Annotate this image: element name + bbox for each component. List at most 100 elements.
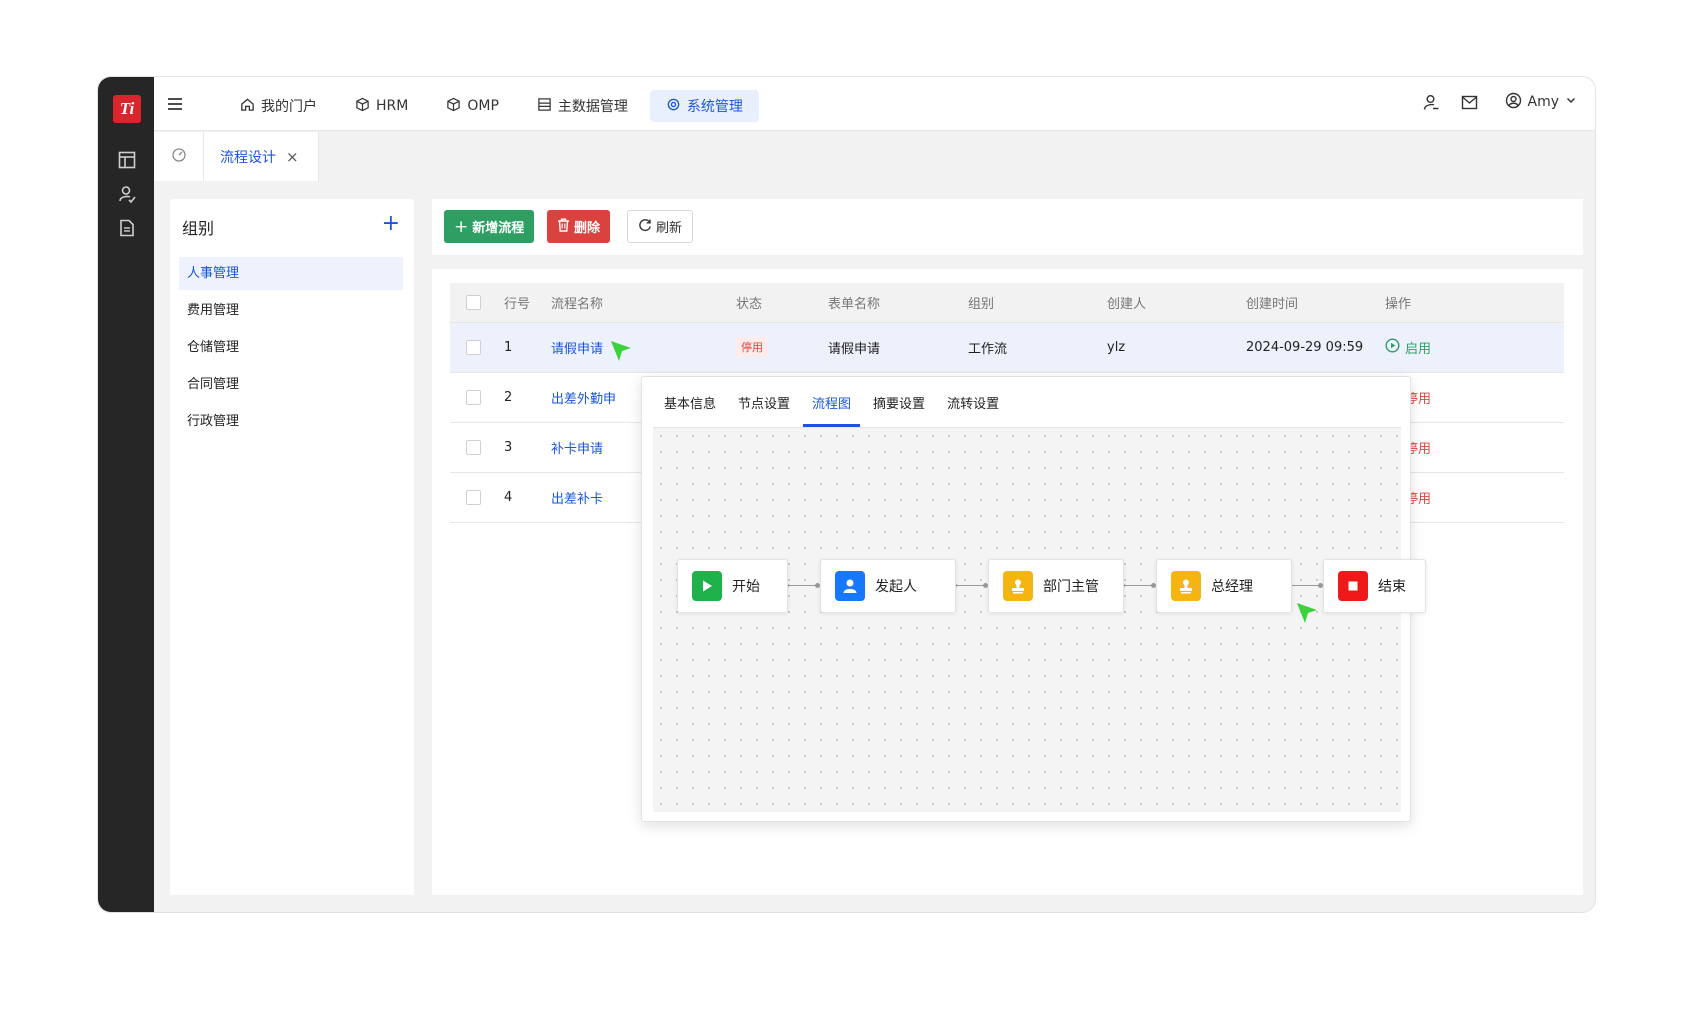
- flow-node-end[interactable]: 结束: [1323, 559, 1426, 613]
- flow-name-link[interactable]: 出差外勤申: [551, 392, 616, 407]
- pointer-cursor-icon: [1297, 603, 1317, 623]
- group-name: 工作流: [968, 322, 1107, 373]
- stamp-icon: [1003, 571, 1033, 601]
- row-number: 3: [504, 422, 551, 473]
- select-all-checkbox[interactable]: [466, 294, 481, 310]
- plus-icon: +: [454, 216, 469, 237]
- nav-item-hrm[interactable]: HRM: [339, 90, 424, 122]
- document-icon[interactable]: [116, 217, 138, 239]
- add-flow-button[interactable]: + 新增流程: [444, 210, 535, 243]
- add-group-button[interactable]: +: [382, 213, 400, 235]
- popup-tabs: 基本信息 节点设置 流程图 摘要设置 流转设置: [653, 386, 1401, 428]
- group-panel: 组别 + 人事管理 费用管理 仓储管理 合同管理 行政管理: [170, 199, 414, 895]
- node-label: 发起人: [875, 579, 917, 595]
- flow-edge: [1120, 583, 1156, 588]
- chevron-down-icon: [1565, 94, 1577, 110]
- user-settings-icon[interactable]: [1421, 91, 1443, 113]
- nav-label: HRM: [376, 98, 409, 114]
- dashboard-icon: [171, 147, 187, 167]
- column-header: 操作: [1385, 283, 1564, 323]
- flow-node-start[interactable]: 开始: [677, 559, 788, 613]
- tab-summary-settings[interactable]: 摘要设置: [873, 385, 925, 427]
- flow-node-initiator[interactable]: 发起人: [820, 559, 956, 613]
- app-window: Ti 我的门户 HRM OMP 主数据管理 系统管理 Amy 流程设计 × 组别…: [97, 76, 1596, 913]
- row-checkbox[interactable]: [466, 439, 481, 455]
- menu-toggle-icon[interactable]: [164, 93, 186, 115]
- avatar-icon: [1505, 92, 1522, 113]
- play-icon: [692, 571, 722, 601]
- stop-icon: [1338, 571, 1368, 601]
- nav-item-omp[interactable]: OMP: [430, 90, 515, 122]
- user-check-icon[interactable]: [116, 183, 138, 205]
- flow-edge: [1287, 583, 1323, 588]
- user-name: Amy: [1527, 94, 1560, 110]
- mail-icon[interactable]: [1459, 91, 1481, 113]
- nav-item-master-data[interactable]: 主数据管理: [521, 90, 644, 122]
- group-item[interactable]: 仓储管理: [179, 331, 403, 364]
- top-bar: 我的门户 HRM OMP 主数据管理 系统管理 Amy: [154, 77, 1595, 131]
- user-icon: [835, 571, 865, 601]
- trash-icon: [557, 218, 570, 236]
- toolbar: + 新增流程 删除 刷新: [432, 199, 1583, 255]
- column-header: 流程名称: [551, 283, 736, 323]
- node-label: 开始: [732, 579, 760, 595]
- group-item[interactable]: 合同管理: [179, 368, 403, 401]
- column-header: 创建时间: [1246, 283, 1385, 323]
- node-label: 总经理: [1211, 579, 1253, 595]
- app-logo[interactable]: Ti: [113, 95, 141, 123]
- user-menu[interactable]: Amy: [1505, 92, 1578, 113]
- tab-transfer-settings[interactable]: 流转设置: [947, 385, 999, 427]
- left-rail: Ti: [98, 77, 154, 912]
- nav-item-system[interactable]: 系统管理: [649, 90, 759, 122]
- flow-detail-popup: 基本信息 节点设置 流程图 摘要设置 流转设置 开始 发起人 部门主管 总经理 …: [641, 376, 1426, 822]
- flow-name-link[interactable]: 补卡申请: [551, 442, 603, 457]
- node-label: 部门主管: [1043, 579, 1099, 595]
- refresh-button[interactable]: 刷新: [627, 210, 694, 243]
- group-list: 人事管理 费用管理 仓储管理 合同管理 行政管理: [179, 257, 403, 442]
- flow-node-general-manager[interactable]: 总经理: [1156, 559, 1292, 613]
- enable-button[interactable]: 启用: [1385, 337, 1431, 357]
- column-header: 状态: [736, 283, 828, 323]
- group-title: 组别: [182, 219, 215, 238]
- close-icon[interactable]: ×: [286, 148, 299, 166]
- group-item[interactable]: 行政管理: [179, 405, 403, 438]
- node-label: 结束: [1378, 579, 1406, 595]
- row-number: 4: [504, 472, 551, 523]
- flow-edge: [952, 583, 988, 588]
- play-circle-icon: [1385, 337, 1400, 357]
- tab-node-settings[interactable]: 节点设置: [738, 385, 790, 427]
- nav-label: 我的门户: [261, 99, 317, 115]
- flow-edge: [784, 583, 820, 588]
- row-number: 1: [504, 322, 551, 373]
- grid-icon: [537, 97, 552, 116]
- flow-name-link[interactable]: 出差补卡: [551, 492, 603, 507]
- row-checkbox[interactable]: [466, 339, 481, 355]
- column-header: 表单名称: [828, 283, 968, 323]
- row-number: 2: [504, 372, 551, 423]
- dashboard-tab[interactable]: [154, 132, 204, 181]
- created-time: 2024-09-29 09:59: [1246, 322, 1385, 373]
- row-checkbox[interactable]: [466, 389, 481, 405]
- tab-flow-chart[interactable]: 流程图: [803, 385, 861, 427]
- group-item[interactable]: 人事管理: [179, 257, 403, 290]
- form-name: 请假申请: [828, 322, 968, 373]
- delete-button[interactable]: 删除: [547, 210, 611, 243]
- flow-name-link[interactable]: 请假申请: [551, 342, 603, 357]
- group-item[interactable]: 费用管理: [179, 294, 403, 327]
- nav-label: 主数据管理: [557, 99, 628, 115]
- home-icon: [240, 97, 255, 116]
- status-badge: 停用: [736, 337, 768, 357]
- tab-flow-design[interactable]: 流程设计 ×: [204, 132, 319, 181]
- column-header: 行号: [504, 283, 551, 323]
- button-label: 刷新: [656, 221, 683, 236]
- column-header: 组别: [968, 283, 1107, 323]
- tab-label: 流程设计: [220, 149, 276, 166]
- tab-basic-info[interactable]: 基本信息: [664, 385, 716, 427]
- layout-icon[interactable]: [116, 149, 138, 171]
- creator: ylz: [1107, 322, 1246, 373]
- flow-canvas[interactable]: 开始 发起人 部门主管 总经理 结束: [653, 428, 1426, 812]
- nav-item-portal[interactable]: 我的门户: [224, 90, 333, 122]
- row-checkbox[interactable]: [466, 489, 481, 505]
- cube-icon: [355, 97, 370, 116]
- flow-node-dept-manager[interactable]: 部门主管: [988, 559, 1124, 613]
